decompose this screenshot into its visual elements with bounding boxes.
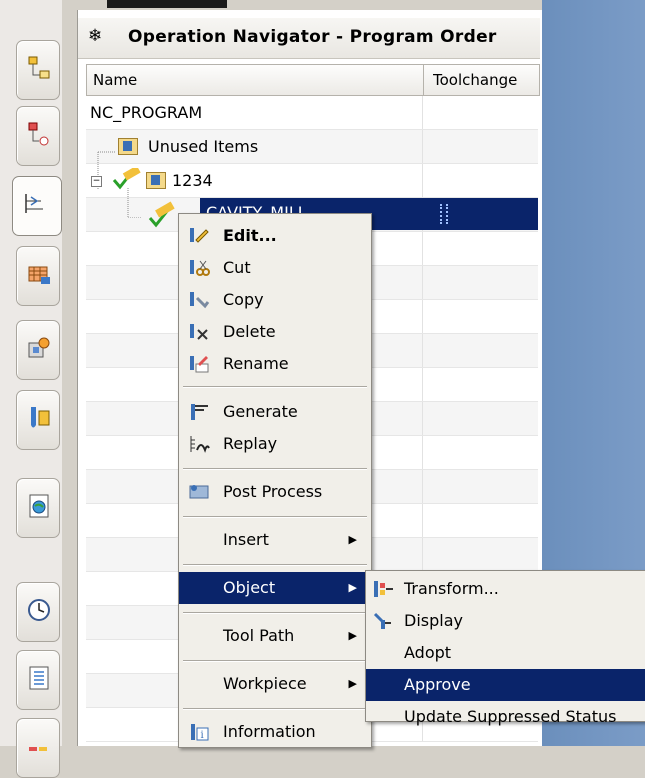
copy-icon	[190, 292, 210, 309]
pin-icon[interactable]: ❄	[88, 26, 102, 46]
tab-system-materials[interactable]	[16, 650, 60, 710]
rename-icon	[190, 356, 209, 373]
information-icon: i	[191, 724, 209, 741]
transform-icon	[374, 581, 393, 597]
navigator-title: Operation Navigator - Program Order	[128, 27, 497, 47]
menu-separator	[183, 386, 367, 388]
menu-item-tool-path[interactable]: Tool Path ▶	[179, 620, 371, 652]
menu-item-generate[interactable]: Generate	[179, 396, 371, 428]
menu-item-delete[interactable]: Delete	[179, 316, 371, 348]
program-folder-icon	[146, 172, 166, 189]
web-browser-icon	[29, 494, 49, 518]
submenu-item-transform[interactable]: Transform...	[366, 573, 645, 605]
operation-status-icon	[148, 201, 175, 228]
top-tab-strip	[85, 0, 265, 10]
tab-roles[interactable]	[16, 718, 60, 778]
menu-separator	[183, 564, 367, 566]
tab-operation-navigator[interactable]	[12, 176, 62, 236]
menu-item-rename[interactable]: Rename	[179, 348, 371, 380]
context-menu: Edit... Cut Copy Delete Rename Generate …	[178, 213, 372, 748]
menu-item-insert[interactable]: Insert ▶	[179, 524, 371, 556]
delete-icon	[190, 324, 208, 340]
menu-separator	[183, 468, 367, 470]
list-document-icon	[29, 666, 49, 690]
tool-marker-icon	[440, 204, 448, 224]
tab-part-navigator[interactable]	[16, 106, 60, 166]
menu-item-workpiece[interactable]: Workpiece ▶	[179, 668, 371, 700]
tool-library-icon	[31, 407, 50, 428]
tree-node-nc-program[interactable]: NC_PROGRAM	[90, 103, 202, 122]
generate-icon	[191, 404, 208, 420]
object-submenu: Transform... Display Adopt Approve Updat…	[365, 570, 645, 726]
post-process-icon	[189, 485, 209, 499]
column-header: Name Toolchange	[86, 64, 540, 96]
clock-icon	[28, 599, 50, 621]
submenu-item-display[interactable]: Display	[366, 605, 645, 637]
menu-item-information[interactable]: i Information	[179, 716, 371, 748]
tree-node-unused-items[interactable]: Unused Items	[148, 137, 258, 156]
machine-tool-icon	[28, 266, 50, 284]
tab-web-browser[interactable]	[16, 478, 60, 538]
tab-machine-tool-navigator[interactable]	[16, 246, 60, 306]
tab-reuse-library[interactable]	[16, 320, 60, 380]
submenu-item-adopt[interactable]: Adopt	[366, 637, 645, 669]
navigator-title-bar: ❄ Operation Navigator - Program Order	[78, 18, 540, 59]
menu-item-edit[interactable]: Edit...	[179, 220, 371, 252]
tab-tool-library[interactable]	[16, 390, 60, 450]
operation-navigator-icon	[25, 194, 43, 213]
submenu-arrow-icon: ▶	[348, 581, 357, 594]
menu-item-copy[interactable]: Copy	[179, 284, 371, 316]
svg-text:i: i	[201, 730, 204, 741]
submenu-arrow-icon: ▶	[348, 677, 357, 690]
tab-history[interactable]	[16, 582, 60, 642]
folder-icon	[118, 138, 138, 155]
part-navigator-icon	[28, 122, 49, 146]
menu-separator	[183, 516, 367, 518]
menu-item-post-process[interactable]: Post Process	[179, 476, 371, 508]
menu-separator	[183, 660, 367, 662]
top-tab-dark	[107, 0, 227, 8]
assembly-navigator-icon	[28, 56, 50, 79]
submenu-item-update-suppressed-status[interactable]: Update Suppressed Status	[366, 701, 645, 733]
menu-item-object[interactable]: Object ▶	[179, 572, 371, 604]
reuse-library-icon	[28, 337, 50, 358]
menu-separator	[183, 612, 367, 614]
collapse-toggle-icon[interactable]: −	[91, 176, 102, 187]
menu-item-cut[interactable]: Cut	[179, 252, 371, 284]
cut-icon	[190, 260, 210, 276]
column-header-name[interactable]: Name	[93, 71, 137, 89]
tree-node-program[interactable]: 1234	[172, 171, 213, 190]
resource-bar	[0, 0, 63, 778]
roles-icon	[29, 747, 47, 751]
submenu-item-approve[interactable]: Approve	[366, 669, 645, 701]
menu-separator	[183, 708, 367, 710]
complete-check-icon	[112, 168, 141, 190]
tab-assembly-navigator[interactable]	[16, 40, 60, 100]
menu-item-replay[interactable]: Replay	[179, 428, 371, 460]
edit-icon	[190, 228, 209, 243]
replay-icon	[190, 436, 210, 453]
column-header-toolchange[interactable]: Toolchange	[433, 71, 533, 89]
display-icon	[373, 612, 391, 629]
submenu-arrow-icon: ▶	[348, 533, 357, 546]
submenu-arrow-icon: ▶	[348, 629, 357, 642]
column-divider[interactable]	[423, 65, 424, 95]
splitter[interactable]	[62, 0, 77, 746]
